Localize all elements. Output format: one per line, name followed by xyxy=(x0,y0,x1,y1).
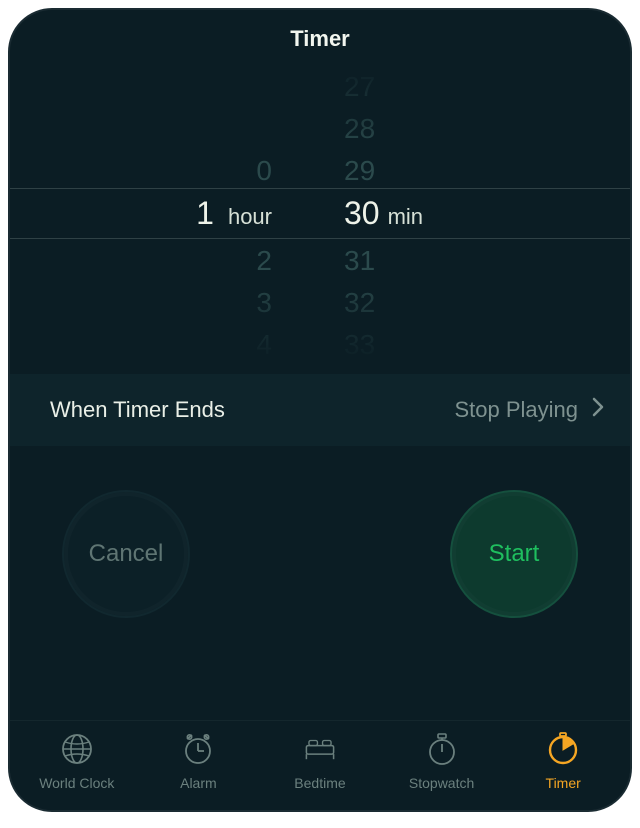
tab-bar: World Clock Alarm Bedtime Stopwatch xyxy=(10,720,630,810)
minute-option[interactable]: 28 xyxy=(338,108,498,150)
when-timer-ends-label: When Timer Ends xyxy=(50,397,225,423)
tab-bedtime[interactable]: Bedtime xyxy=(265,732,375,791)
tab-label: Bedtime xyxy=(294,775,345,791)
tab-label: Stopwatch xyxy=(409,775,474,791)
tab-world-clock[interactable]: World Clock xyxy=(22,732,132,791)
start-button[interactable]: Start xyxy=(450,490,578,618)
tab-label: Timer xyxy=(546,775,581,791)
minute-option[interactable]: 33 xyxy=(338,324,498,362)
minute-option[interactable]: 32 xyxy=(338,282,498,324)
timer-screen: Timer 0 1hour 2 3 4 27 28 29 30min 31 32 xyxy=(8,8,632,812)
hour-unit: hour xyxy=(222,204,272,229)
hour-selected[interactable]: 1hour xyxy=(142,192,302,234)
hours-column[interactable]: 0 1hour 2 3 4 xyxy=(142,62,302,362)
hour-option[interactable]: 3 xyxy=(142,282,302,324)
stopwatch-icon xyxy=(425,732,459,769)
minute-option[interactable]: 31 xyxy=(338,240,498,282)
minute-option[interactable]: 27 xyxy=(338,66,498,108)
hour-option[interactable]: 0 xyxy=(142,150,302,192)
when-timer-ends-value: Stop Playing xyxy=(454,397,578,423)
hour-option[interactable]: 2 xyxy=(142,240,302,282)
hour-value: 1 xyxy=(196,195,222,231)
page-title: Timer xyxy=(10,10,630,62)
tab-timer[interactable]: Timer xyxy=(508,732,618,791)
alarm-icon xyxy=(181,732,215,769)
chevron-right-icon xyxy=(592,397,604,423)
tab-label: World Clock xyxy=(39,775,114,791)
tab-label: Alarm xyxy=(180,775,217,791)
bed-icon xyxy=(303,732,337,769)
cancel-button[interactable]: Cancel xyxy=(62,490,190,618)
duration-picker[interactable]: 0 1hour 2 3 4 27 28 29 30min 31 32 33 xyxy=(10,62,630,362)
minute-unit: min xyxy=(388,204,423,229)
hour-option[interactable]: 4 xyxy=(142,324,302,362)
minute-option[interactable]: 29 xyxy=(338,150,498,192)
tab-stopwatch[interactable]: Stopwatch xyxy=(387,732,497,791)
timer-icon xyxy=(546,732,580,769)
minutes-column[interactable]: 27 28 29 30min 31 32 33 xyxy=(338,62,498,362)
minute-value: 30 xyxy=(344,195,388,231)
globe-icon xyxy=(60,732,94,769)
action-buttons: Cancel Start xyxy=(10,446,630,720)
minute-selected[interactable]: 30min xyxy=(338,192,498,234)
when-timer-ends-row[interactable]: When Timer Ends Stop Playing xyxy=(10,374,630,446)
tab-alarm[interactable]: Alarm xyxy=(143,732,253,791)
